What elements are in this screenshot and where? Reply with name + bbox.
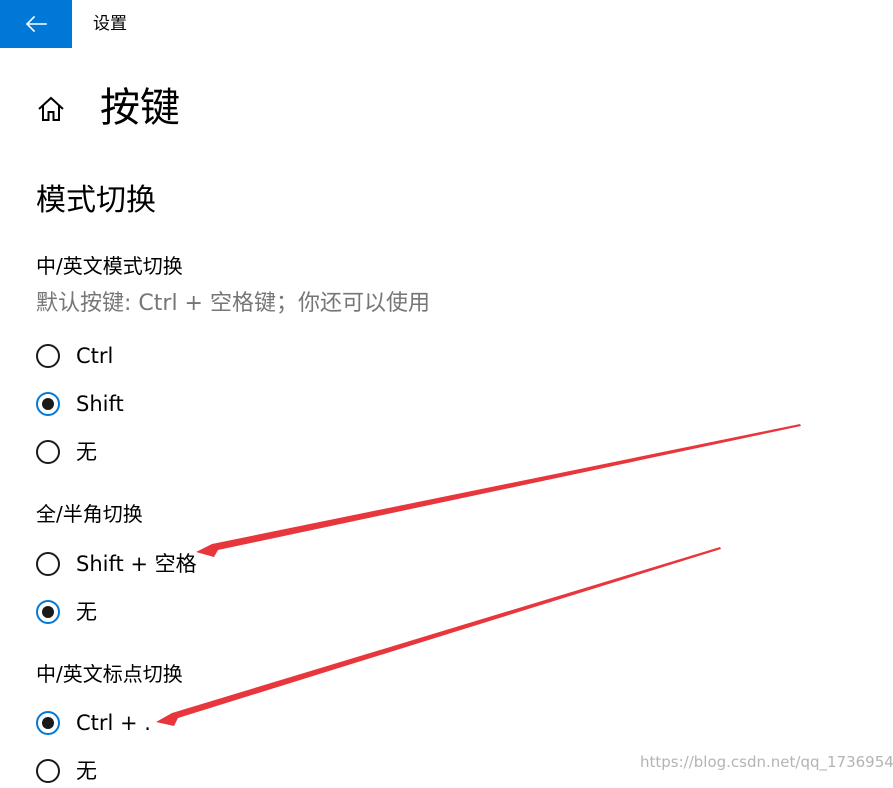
radio-punct-ctrl-dot[interactable]: Ctrl + . (36, 706, 151, 740)
radio-mode-none[interactable]: 无 (36, 435, 97, 469)
radio-punct-none[interactable]: 无 (36, 754, 97, 788)
home-button[interactable] (36, 94, 66, 124)
section-title: 模式切换 (36, 183, 156, 218)
mode-switch-label: 中/英文模式切换 (36, 254, 183, 278)
title-bar: 设置 (0, 0, 893, 48)
annotation-arrow-icon (156, 547, 721, 726)
radio-button-selected-icon[interactable] (36, 711, 60, 735)
radio-label: 无 (76, 759, 97, 783)
radio-width-shift-space[interactable]: Shift + 空格 (36, 547, 197, 581)
radio-button-icon[interactable] (36, 759, 60, 783)
radio-label: 无 (76, 600, 97, 624)
punct-switch-label: 中/英文标点切换 (36, 662, 183, 686)
width-switch-label: 全/半角切换 (36, 502, 143, 526)
page-title: 按键 (100, 85, 180, 131)
back-button[interactable] (0, 0, 72, 48)
radio-button-icon[interactable] (36, 440, 60, 464)
radio-label: Ctrl (76, 344, 114, 368)
radio-label: Shift (76, 392, 124, 416)
radio-width-none[interactable]: 无 (36, 595, 97, 629)
back-arrow-icon (25, 15, 47, 33)
home-icon (38, 96, 64, 121)
radio-button-icon[interactable] (36, 344, 60, 368)
radio-button-icon[interactable] (36, 552, 60, 576)
radio-mode-shift[interactable]: Shift (36, 387, 124, 421)
radio-mode-ctrl[interactable]: Ctrl (36, 339, 113, 373)
radio-button-selected-icon[interactable] (36, 600, 60, 624)
radio-label: Shift + 空格 (76, 552, 197, 576)
window-title: 设置 (93, 14, 127, 34)
radio-button-selected-icon[interactable] (36, 392, 60, 416)
annotation-arrow-icon (196, 424, 801, 557)
radio-label: 无 (76, 440, 97, 464)
watermark-text: https://blog.csdn.net/qq_17369545 (640, 753, 893, 771)
radio-label: Ctrl + . (76, 711, 151, 735)
mode-switch-description: 默认按键: Ctrl + 空格键；你还可以使用 (36, 291, 430, 316)
